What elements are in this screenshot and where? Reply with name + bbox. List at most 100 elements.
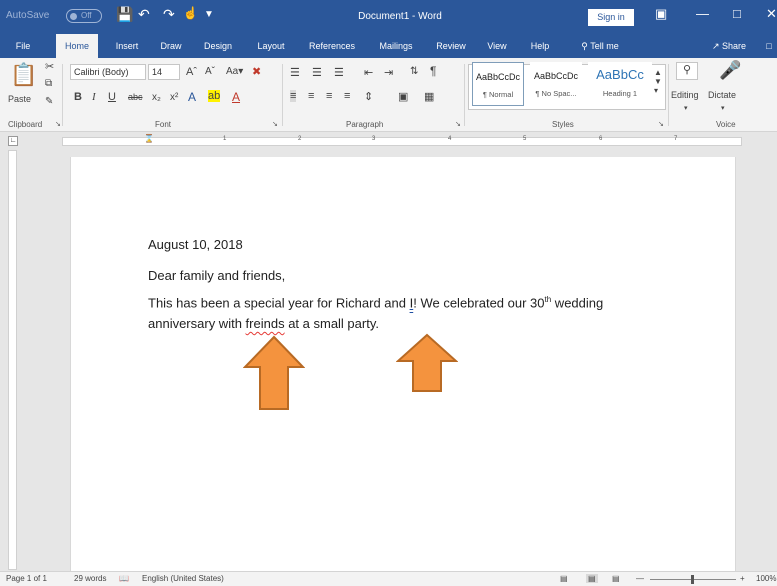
share-button[interactable]: ↗ Share xyxy=(704,34,754,58)
dictate-chevron-icon[interactable]: ▾ xyxy=(721,104,725,112)
tab-references[interactable]: References xyxy=(302,34,362,58)
italic-icon[interactable]: I xyxy=(92,91,96,103)
styles-scroll-icon[interactable]: ▲ ▼ ▾ xyxy=(654,68,662,95)
body-line-2[interactable]: anniversary with freinds at a small part… xyxy=(148,316,379,331)
word-count[interactable]: 29 words xyxy=(74,574,106,583)
underline-icon[interactable]: U xyxy=(108,91,116,103)
strikethrough-icon[interactable]: abc xyxy=(128,92,143,102)
styles-group-label: Styles xyxy=(552,120,574,129)
clipboard-launcher-icon[interactable]: ↘ xyxy=(55,120,61,128)
decrease-indent-icon[interactable]: ⇤ xyxy=(364,66,373,79)
zoom-slider-thumb[interactable] xyxy=(691,575,694,584)
paste-label[interactable]: Paste xyxy=(8,94,31,104)
minimize-icon[interactable]: — xyxy=(696,6,709,21)
tab-view[interactable]: View xyxy=(481,34,513,58)
focus-mode-icon[interactable]: ▤ xyxy=(560,574,568,583)
shading-icon[interactable]: ▣ xyxy=(398,90,408,103)
undo-icon[interactable]: ↶ xyxy=(138,6,150,23)
bold-icon[interactable]: B xyxy=(74,91,82,103)
customize-qat-icon[interactable]: ▼ xyxy=(204,9,214,20)
find-icon[interactable]: ⚲ xyxy=(676,62,698,80)
numbering-icon[interactable]: ☰ xyxy=(312,66,322,79)
zoom-in-icon[interactable]: + xyxy=(740,574,745,583)
word-window: AutoSave Off 💾 ↶ ↷ ☝ ▼ Document1 - Word … xyxy=(0,0,777,586)
ruler-number: 2 xyxy=(298,136,302,142)
tab-draw[interactable]: Draw xyxy=(155,34,187,58)
close-icon[interactable]: ✕ xyxy=(766,6,777,22)
tab-home[interactable]: Home xyxy=(56,34,98,58)
tab-design[interactable]: Design xyxy=(198,34,238,58)
tab-selector-icon[interactable]: ∟ xyxy=(8,136,18,146)
styles-launcher-icon[interactable]: ↘ xyxy=(658,120,664,128)
align-center-icon[interactable]: ≡ xyxy=(308,90,314,102)
page-count[interactable]: Page 1 of 1 xyxy=(6,574,47,583)
autosave-toggle[interactable]: Off xyxy=(66,9,102,23)
ruler-number: 3 xyxy=(372,136,376,142)
proofing-icon[interactable]: 📖 xyxy=(119,574,129,583)
title-bar: AutoSave Off 💾 ↶ ↷ ☝ ▼ Document1 - Word … xyxy=(0,0,777,34)
highlight-icon[interactable]: ab xyxy=(208,90,221,102)
subscript-icon[interactable]: x₂ xyxy=(152,92,161,103)
align-left-icon[interactable]: ≡ xyxy=(290,90,297,102)
grow-font-icon[interactable]: Aˆ xyxy=(186,66,197,78)
web-layout-icon[interactable]: ▤ xyxy=(612,574,620,583)
cut-icon[interactable]: ✂ xyxy=(45,60,54,73)
bullets-icon[interactable]: ☰ xyxy=(290,66,300,79)
body-line-1[interactable]: This has been a special year for Richard… xyxy=(148,295,603,310)
align-right-icon[interactable]: ≡ xyxy=(326,90,332,102)
microphone-icon[interactable]: 🎤 xyxy=(719,60,741,81)
sort-icon[interactable]: ⇅ xyxy=(410,66,418,77)
font-size-select[interactable]: 14 xyxy=(148,64,180,80)
tab-mailings[interactable]: Mailings xyxy=(372,34,420,58)
style-normal[interactable]: AaBbCcDc ¶ Normal xyxy=(472,62,524,106)
clear-formatting-icon[interactable]: ✖ xyxy=(252,65,261,78)
font-name-select[interactable]: Calibri (Body) xyxy=(70,64,146,80)
tell-me-box[interactable]: ⚲ Tell me xyxy=(570,34,630,58)
tab-insert[interactable]: Insert xyxy=(108,34,146,58)
date-line[interactable]: August 10, 2018 xyxy=(148,237,243,252)
superscript-icon[interactable]: x² xyxy=(170,92,178,103)
maximize-icon[interactable]: □ xyxy=(733,6,741,21)
ribbon-display-icon[interactable]: ▣ xyxy=(655,6,667,22)
tab-review[interactable]: Review xyxy=(431,34,471,58)
sign-in-button[interactable]: Sign in xyxy=(588,9,634,26)
print-layout-icon[interactable]: ▤ xyxy=(586,574,598,583)
justify-icon[interactable]: ≡ xyxy=(344,90,350,102)
paste-icon[interactable]: 📋 xyxy=(10,62,37,88)
show-marks-icon[interactable]: ¶ xyxy=(430,64,436,78)
tab-file[interactable]: File xyxy=(8,34,38,58)
dictate-button[interactable]: Dictate xyxy=(708,90,736,100)
indent-marker-icon[interactable]: ⌛ xyxy=(144,134,154,143)
editing-button[interactable]: Editing xyxy=(671,90,699,100)
save-icon[interactable]: 💾 xyxy=(116,6,133,23)
redo-icon[interactable]: ↷ xyxy=(163,6,175,23)
copy-icon[interactable]: ⧉ xyxy=(45,78,52,89)
language-status[interactable]: English (United States) xyxy=(142,574,224,583)
line-spacing-icon[interactable]: ⇕ xyxy=(364,90,373,103)
change-case-icon[interactable]: Aa▾ xyxy=(226,66,243,77)
tab-help[interactable]: Help xyxy=(525,34,555,58)
comments-icon[interactable]: □ xyxy=(762,34,776,58)
spelling-error-word[interactable]: freinds xyxy=(246,316,285,331)
style-heading1[interactable]: AaBbCc Heading 1 xyxy=(588,62,652,106)
tab-layout[interactable]: Layout xyxy=(250,34,292,58)
font-launcher-icon[interactable]: ↘ xyxy=(272,120,278,128)
multilevel-list-icon[interactable]: ☰ xyxy=(334,66,344,79)
shrink-font-icon[interactable]: Aˇ xyxy=(205,66,215,77)
share-icon: ↗ xyxy=(711,41,720,51)
zoom-out-icon[interactable]: — xyxy=(636,574,644,583)
increase-indent-icon[interactable]: ⇥ xyxy=(384,66,393,79)
touch-mode-icon[interactable]: ☝ xyxy=(183,6,198,20)
borders-icon[interactable]: ▦ xyxy=(424,90,434,103)
zoom-level[interactable]: 100% xyxy=(756,574,776,583)
editing-chevron-icon[interactable]: ▾ xyxy=(684,104,688,112)
greeting-line[interactable]: Dear family and friends, xyxy=(148,268,285,283)
format-painter-icon[interactable]: ✎ xyxy=(45,96,53,107)
style-no-spacing[interactable]: AaBbCcDc ¶ No Spac... xyxy=(530,62,582,106)
paragraph-launcher-icon[interactable]: ↘ xyxy=(455,120,461,128)
horizontal-ruler[interactable]: ∟ 1 2 3 4 5 6 7 ⌛ xyxy=(0,133,777,150)
tell-me-label: Tell me xyxy=(590,41,619,51)
text-effects-icon[interactable]: A xyxy=(188,90,196,104)
document-page[interactable]: August 10, 2018 Dear family and friends,… xyxy=(70,157,736,571)
font-color-icon[interactable]: A xyxy=(232,90,240,104)
